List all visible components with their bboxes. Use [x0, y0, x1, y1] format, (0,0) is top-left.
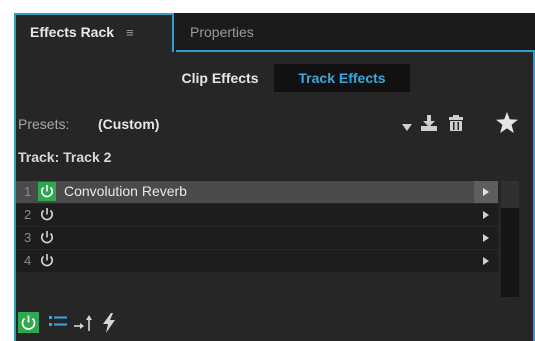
tab-effects-rack[interactable]: Effects Rack ≡	[14, 13, 174, 52]
tab-effects-rack-label: Effects Rack	[30, 24, 115, 40]
list-icon[interactable]	[49, 314, 67, 335]
slot-number: 2	[24, 207, 32, 222]
power-icon[interactable]	[38, 228, 56, 247]
track-label: Track: Track 2	[18, 149, 112, 165]
slot-number: 1	[24, 184, 32, 199]
rack-slot[interactable]: 4	[16, 250, 498, 272]
chevron-down-icon[interactable]	[402, 118, 412, 136]
panel-tab-bar: Effects Rack ≡ Properties	[14, 13, 535, 52]
power-icon[interactable]	[38, 251, 56, 270]
rack-slot[interactable]: 1 Convolution Reverb	[16, 181, 498, 203]
master-power-icon[interactable]	[18, 312, 39, 333]
clip-effects-toggle[interactable]: Clip Effects	[166, 64, 274, 92]
effect-name: Convolution Reverb	[64, 183, 187, 199]
slot-menu-arrow[interactable]	[474, 227, 498, 249]
effects-rack-list: 1 Convolution Reverb 2 3 4	[16, 181, 519, 297]
slot-number: 4	[24, 253, 32, 268]
presets-label: Presets:	[18, 116, 70, 132]
slot-menu-arrow[interactable]	[474, 204, 498, 226]
slot-menu-arrow[interactable]	[474, 250, 498, 272]
presets-row: Presets: (Custom)	[16, 112, 533, 138]
menu-icon[interactable]: ≡	[126, 15, 134, 50]
slot-number: 3	[24, 230, 32, 245]
save-preset-icon[interactable]	[420, 114, 438, 137]
presets-dropdown[interactable]: (Custom)	[98, 116, 159, 132]
tab-properties[interactable]: Properties	[176, 13, 535, 52]
rack-bottom-toolbar	[16, 309, 533, 339]
slot-menu-arrow[interactable]	[474, 181, 498, 203]
effects-rack-panel: Clip Effects Track Effects Presets: (Cus…	[14, 52, 535, 341]
rack-slot[interactable]: 2	[16, 204, 498, 226]
routing-icon[interactable]	[74, 314, 94, 337]
lightning-bolt-icon[interactable]	[101, 313, 117, 338]
trash-icon[interactable]	[449, 114, 463, 137]
rack-scrollbar[interactable]	[501, 181, 519, 297]
power-icon[interactable]	[38, 182, 56, 201]
star-icon[interactable]	[496, 112, 518, 138]
effects-rack-window: Effects Rack ≡ Properties Clip Effects T…	[14, 13, 535, 341]
track-effects-toggle[interactable]: Track Effects	[274, 64, 410, 92]
power-icon[interactable]	[38, 205, 56, 224]
scrollbar-thumb[interactable]	[501, 181, 519, 208]
tab-properties-label: Properties	[190, 24, 254, 40]
rack-slot[interactable]: 3	[16, 227, 498, 249]
